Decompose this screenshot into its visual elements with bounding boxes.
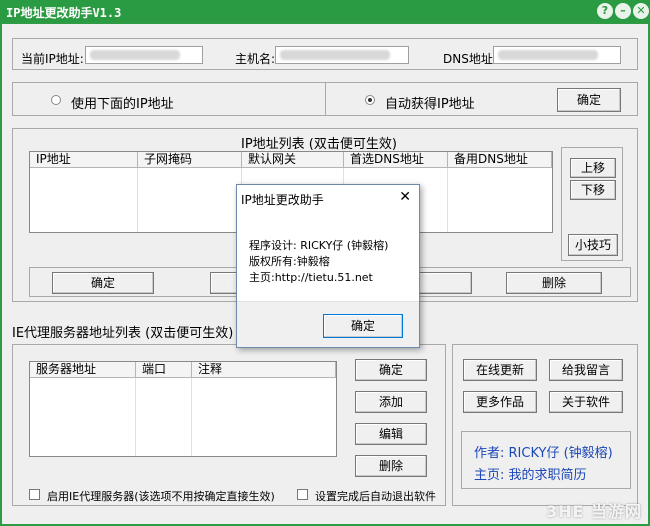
hostname-field[interactable] xyxy=(275,46,409,64)
proxy-edit-button[interactable]: 编辑 xyxy=(355,423,427,445)
gateway-col-header[interactable]: 默认网关 xyxy=(242,152,344,168)
dns-label: DNS地址: xyxy=(443,52,497,66)
proxy-list-table[interactable]: 服务器地址 端口 注释 xyxy=(29,361,337,457)
dialog-footer: 确定 xyxy=(237,301,419,347)
author-label: 作者: RICKY仔 (钟毅榕) xyxy=(474,446,613,461)
dns1-col-header[interactable]: 首选DNS地址 xyxy=(344,152,448,168)
ip-list-gridline xyxy=(447,168,448,232)
tips-button[interactable]: 小技巧 xyxy=(568,234,618,256)
ip-confirm-button[interactable]: 确定 xyxy=(52,272,154,294)
auto-exit-checkbox[interactable] xyxy=(297,489,308,500)
auto-obtain-radio[interactable] xyxy=(365,95,375,105)
dialog-homepage-text: 主页:http://tietu.51.net xyxy=(249,271,373,284)
dialog-copyright-text: 版权所有:钟毅榕 xyxy=(249,255,330,268)
use-below-radio[interactable] xyxy=(51,95,61,105)
proxy-list-gridline xyxy=(135,378,136,456)
auto-obtain-label: 自动获得IP地址 xyxy=(385,97,475,112)
move-down-button[interactable]: 下移 xyxy=(570,180,616,200)
current-ip-label: 当前IP地址: xyxy=(21,52,84,66)
proxy-list-gridline xyxy=(191,378,192,456)
proxy-group: 服务器地址 端口 注释 确定 添加 编辑 删除 启用IE代理服务器(该选项不用按… xyxy=(12,344,446,506)
server-col-header[interactable]: 服务器地址 xyxy=(30,362,136,378)
online-update-button[interactable]: 在线更新 xyxy=(463,359,537,381)
about-button[interactable]: 关于软件 xyxy=(549,391,623,413)
proxy-confirm-button[interactable]: 确定 xyxy=(355,359,427,381)
proxy-add-button[interactable]: 添加 xyxy=(355,391,427,413)
ip-list-gridline xyxy=(137,168,138,232)
use-below-label: 使用下面的IP地址 xyxy=(71,97,174,112)
ip-list-title: IP地址列表 (双击便可生效) xyxy=(241,137,397,152)
auto-exit-label: 设置完成后自动退出软件 xyxy=(315,490,436,503)
port-col-header[interactable]: 端口 xyxy=(136,362,192,378)
watermark-logo: 3HE 当游网 xyxy=(545,502,642,521)
comment-col-header[interactable]: 注释 xyxy=(192,362,336,378)
ip-delete-button[interactable]: 删除 xyxy=(506,272,602,294)
minimize-button[interactable]: – xyxy=(615,3,631,19)
main-window: IP地址更改助手V1.3 ? – ✕ 当前IP地址: 主机名: DNS地址: 使… xyxy=(0,0,650,526)
help-button[interactable]: ? xyxy=(597,3,613,19)
close-button[interactable]: ✕ xyxy=(633,3,649,19)
hostname-label: 主机名: xyxy=(235,52,276,66)
proxy-delete-button[interactable]: 删除 xyxy=(355,455,427,477)
dns2-col-header[interactable]: 备用DNS地址 xyxy=(448,152,552,168)
mode-divider xyxy=(325,83,326,115)
mask-col-header[interactable]: 子网掩码 xyxy=(138,152,242,168)
enable-proxy-checkbox[interactable] xyxy=(29,489,40,500)
info-group: 当前IP地址: 主机名: DNS地址: xyxy=(12,38,638,70)
dialog-close-icon[interactable]: ✕ xyxy=(399,189,411,205)
about-dialog: IP地址更改助手 ✕ 程序设计: RICKY仔 (钟毅榕) 版权所有:钟毅榕 主… xyxy=(236,184,420,348)
mode-group: 使用下面的IP地址 自动获得IP地址 确定 xyxy=(12,82,638,116)
order-group: 上移 下移 小技巧 xyxy=(561,147,623,261)
dns-field[interactable] xyxy=(493,46,621,64)
author-box: 作者: RICKY仔 (钟毅榕) 主页: 我的求职简历 xyxy=(461,431,631,489)
dialog-title: IP地址更改助手 xyxy=(241,193,324,207)
dialog-ok-button[interactable]: 确定 xyxy=(323,314,403,338)
ip-col-header[interactable]: IP地址 xyxy=(30,152,138,168)
proxy-title: IE代理服务器地址列表 (双击便可生效) xyxy=(12,326,234,341)
current-ip-field[interactable] xyxy=(85,46,203,64)
title-bar: IP地址更改助手V1.3 ? – ✕ xyxy=(0,0,650,22)
window-title: IP地址更改助手V1.3 xyxy=(6,6,122,20)
more-works-button[interactable]: 更多作品 xyxy=(463,391,537,413)
move-up-button[interactable]: 上移 xyxy=(570,158,616,178)
dialog-designer-text: 程序设计: RICKY仔 (钟毅榕) xyxy=(249,239,389,252)
homepage-link[interactable]: 主页: 我的求职简历 xyxy=(474,464,587,483)
enable-proxy-label: 启用IE代理服务器(该选项不用按确定直接生效) xyxy=(47,490,275,503)
mode-confirm-button[interactable]: 确定 xyxy=(557,88,621,112)
side-group: 在线更新 给我留言 更多作品 关于软件 作者: RICKY仔 (钟毅榕) 主页:… xyxy=(452,344,638,506)
leave-message-button[interactable]: 给我留言 xyxy=(549,359,623,381)
